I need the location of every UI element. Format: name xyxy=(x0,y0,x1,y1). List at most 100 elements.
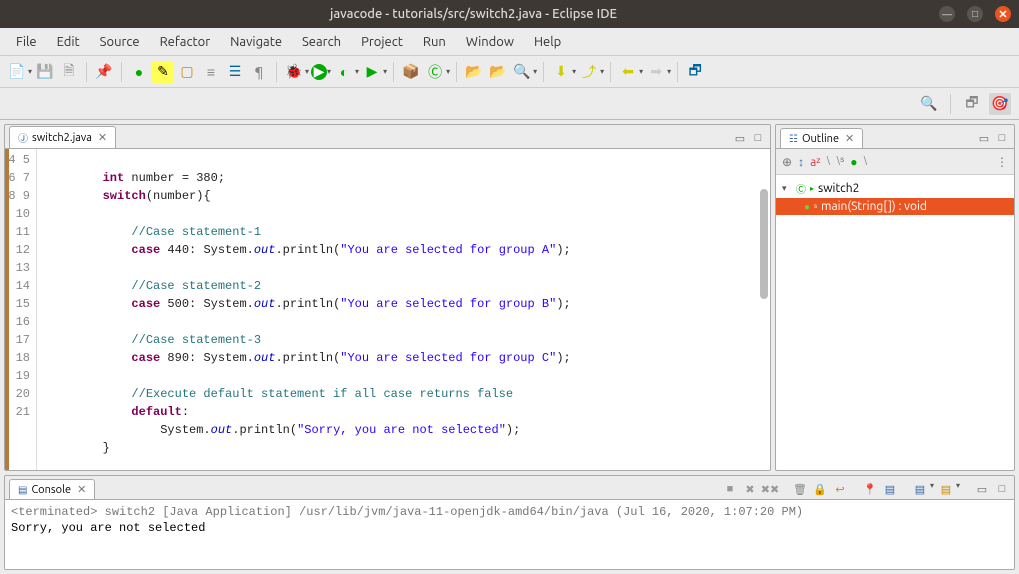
window-titlebar: javacode - tutorials/src/switch2.java - … xyxy=(0,0,1019,28)
forward-icon[interactable]: ➡ xyxy=(645,61,667,83)
open-type-icon[interactable]: 📂 xyxy=(463,61,485,83)
collapse-icon[interactable]: ▾ xyxy=(782,183,792,194)
back-icon[interactable]: ⬅ xyxy=(617,61,639,83)
run-marker-icon: ▸ xyxy=(810,184,814,193)
window-close-button[interactable]: ✕ xyxy=(995,6,1011,22)
maximize-view-icon[interactable]: □ xyxy=(750,130,766,146)
dropdown-arrow-icon[interactable]: ▾ xyxy=(446,67,450,76)
outline-tabs: ☷ Outline ✕ ▭ □ xyxy=(776,125,1014,149)
window-maximize-button[interactable]: □ xyxy=(967,6,983,22)
menubar: File Edit Source Refactor Navigate Searc… xyxy=(0,28,1019,56)
dropdown-arrow-icon[interactable]: ▾ xyxy=(572,67,576,76)
save-icon[interactable]: 💾 xyxy=(34,61,56,83)
pilcrow-icon[interactable]: ¶ xyxy=(248,61,270,83)
run-last-icon[interactable]: ▶ xyxy=(361,61,383,83)
perspective-icon[interactable]: 🗗 xyxy=(684,61,706,83)
minimize-view-icon[interactable]: ▭ xyxy=(732,130,748,146)
dropdown-arrow-icon[interactable]: ▾ xyxy=(305,67,309,76)
new-class-icon[interactable]: Ⓒ xyxy=(424,61,446,83)
close-icon[interactable]: ✕ xyxy=(845,132,854,145)
pin-icon[interactable]: 📌 xyxy=(93,61,115,83)
step-over-icon[interactable]: ⤴ xyxy=(578,61,600,83)
outline-class-row[interactable]: ▾ Ⓒ ▸ switch2 xyxy=(776,179,1014,198)
maximize-view-icon[interactable]: □ xyxy=(994,130,1010,146)
open-perspective-icon[interactable]: 🗗 xyxy=(961,93,983,115)
block-icon[interactable]: ▢ xyxy=(176,61,198,83)
dropdown-arrow-icon[interactable]: ▾ xyxy=(930,481,934,497)
maximize-view-icon[interactable]: □ xyxy=(994,481,1010,497)
code-area[interactable]: int number = 380; switch(number){ //Case… xyxy=(37,149,770,470)
hide-local-icon[interactable]: ⧵ xyxy=(863,155,867,169)
step-icon[interactable]: ⬇ xyxy=(550,61,572,83)
dropdown-arrow-icon[interactable]: ▾ xyxy=(667,67,671,76)
remove-all-icon[interactable]: ✖✖ xyxy=(762,481,778,497)
hide-fields-icon[interactable]: ⧵ xyxy=(827,155,831,169)
open-console-icon[interactable]: ▤ xyxy=(912,481,928,497)
highlight-icon[interactable]: ✎ xyxy=(152,61,174,83)
new-icon[interactable]: 📄 xyxy=(6,61,28,83)
clear-console-icon[interactable]: 🗑 xyxy=(792,481,808,497)
coverage-icon[interactable]: ◐ xyxy=(333,61,355,83)
new-console-icon[interactable]: ▤ xyxy=(938,481,954,497)
menu-project[interactable]: Project xyxy=(351,31,413,53)
terminate-icon[interactable]: ■ xyxy=(722,481,738,497)
new-package-icon[interactable]: 📦 xyxy=(400,61,422,83)
static-marker-icon: ˢ xyxy=(814,202,817,212)
editor-tabs: Ⓙ switch2.java ✕ ▭ □ xyxy=(5,125,770,149)
dropdown-arrow-icon[interactable]: ▾ xyxy=(327,67,331,76)
menu-window[interactable]: Window xyxy=(456,31,524,53)
editor-tab-label: switch2.java xyxy=(32,132,92,144)
minimize-view-icon[interactable]: ▭ xyxy=(974,481,990,497)
java-perspective-icon[interactable]: 🎯 xyxy=(989,93,1011,115)
debug-marker-icon[interactable]: ● xyxy=(128,61,150,83)
dropdown-arrow-icon[interactable]: ▾ xyxy=(383,67,387,76)
run-icon[interactable]: ▶ xyxy=(311,64,327,80)
menu-search[interactable]: Search xyxy=(292,31,351,53)
line-icon[interactable]: ☰ xyxy=(224,61,246,83)
menu-navigate[interactable]: Navigate xyxy=(220,31,292,53)
save-all-icon[interactable]: 🗎 xyxy=(58,61,80,83)
search-icon[interactable]: 🔍 xyxy=(511,61,533,83)
java-file-icon: Ⓙ xyxy=(18,130,28,145)
sort-icon[interactable]: ↕ xyxy=(798,155,804,169)
word-wrap-icon[interactable]: ↩ xyxy=(832,481,848,497)
minimize-view-icon[interactable]: ▭ xyxy=(976,130,992,146)
menu-run[interactable]: Run xyxy=(413,31,456,53)
close-icon[interactable]: ✕ xyxy=(77,483,86,496)
display-console-icon[interactable]: ▤ xyxy=(882,481,898,497)
dropdown-arrow-icon[interactable]: ▾ xyxy=(600,67,604,76)
editor-tab-switch2[interactable]: Ⓙ switch2.java ✕ xyxy=(9,126,116,148)
class-icon: Ⓒ xyxy=(796,181,806,196)
scrollbar-thumb[interactable] xyxy=(760,189,768,299)
hide-static-icon[interactable]: ⧵ˢ xyxy=(836,154,844,169)
menu-file[interactable]: File xyxy=(6,31,47,53)
dropdown-arrow-icon[interactable]: ▾ xyxy=(639,67,643,76)
az-sort-icon[interactable]: aᶻ xyxy=(810,155,820,169)
outline-method-row[interactable]: ● ˢ main(String[]) : void xyxy=(776,198,1014,215)
hide-nonpublic-icon[interactable]: ● xyxy=(850,155,857,169)
dropdown-arrow-icon[interactable]: ▾ xyxy=(355,67,359,76)
window-minimize-button[interactable]: — xyxy=(939,6,955,22)
quick-search-icon[interactable]: 🔍 xyxy=(918,93,940,115)
dropdown-arrow-icon[interactable]: ▾ xyxy=(28,67,32,76)
open-task-icon[interactable]: 📂 xyxy=(487,61,509,83)
scroll-lock-icon[interactable]: 🔒 xyxy=(812,481,828,497)
pin-console-icon[interactable]: 📍 xyxy=(862,481,878,497)
remove-launch-icon[interactable]: ✖ xyxy=(742,481,758,497)
close-icon[interactable]: ✕ xyxy=(98,131,107,144)
menu-source[interactable]: Source xyxy=(90,31,150,53)
outline-tab[interactable]: ☷ Outline ✕ xyxy=(780,128,863,148)
debug-icon[interactable]: 🐞 xyxy=(283,61,305,83)
editor-body[interactable]: 4 5 6 7 8 9 10 11 12 13 14 15 16 17 18 1… xyxy=(5,149,770,470)
menu-edit[interactable]: Edit xyxy=(47,31,90,53)
focus-icon[interactable]: ⊕ xyxy=(782,155,792,169)
workspace-top-row: Ⓙ switch2.java ✕ ▭ □ 4 5 6 7 8 9 10 11 1… xyxy=(4,124,1015,471)
dropdown-arrow-icon[interactable]: ▾ xyxy=(956,481,960,497)
menu-help[interactable]: Help xyxy=(524,31,571,53)
console-tab[interactable]: ▤ Console ✕ xyxy=(9,479,95,499)
console-output[interactable]: <terminated> switch2 [Java Application] … xyxy=(5,500,1014,569)
dropdown-arrow-icon[interactable]: ▾ xyxy=(533,67,537,76)
menu-refactor[interactable]: Refactor xyxy=(150,31,221,53)
view-menu-icon[interactable]: ⋮ xyxy=(996,155,1008,169)
format-icon[interactable]: ≡ xyxy=(200,61,222,83)
